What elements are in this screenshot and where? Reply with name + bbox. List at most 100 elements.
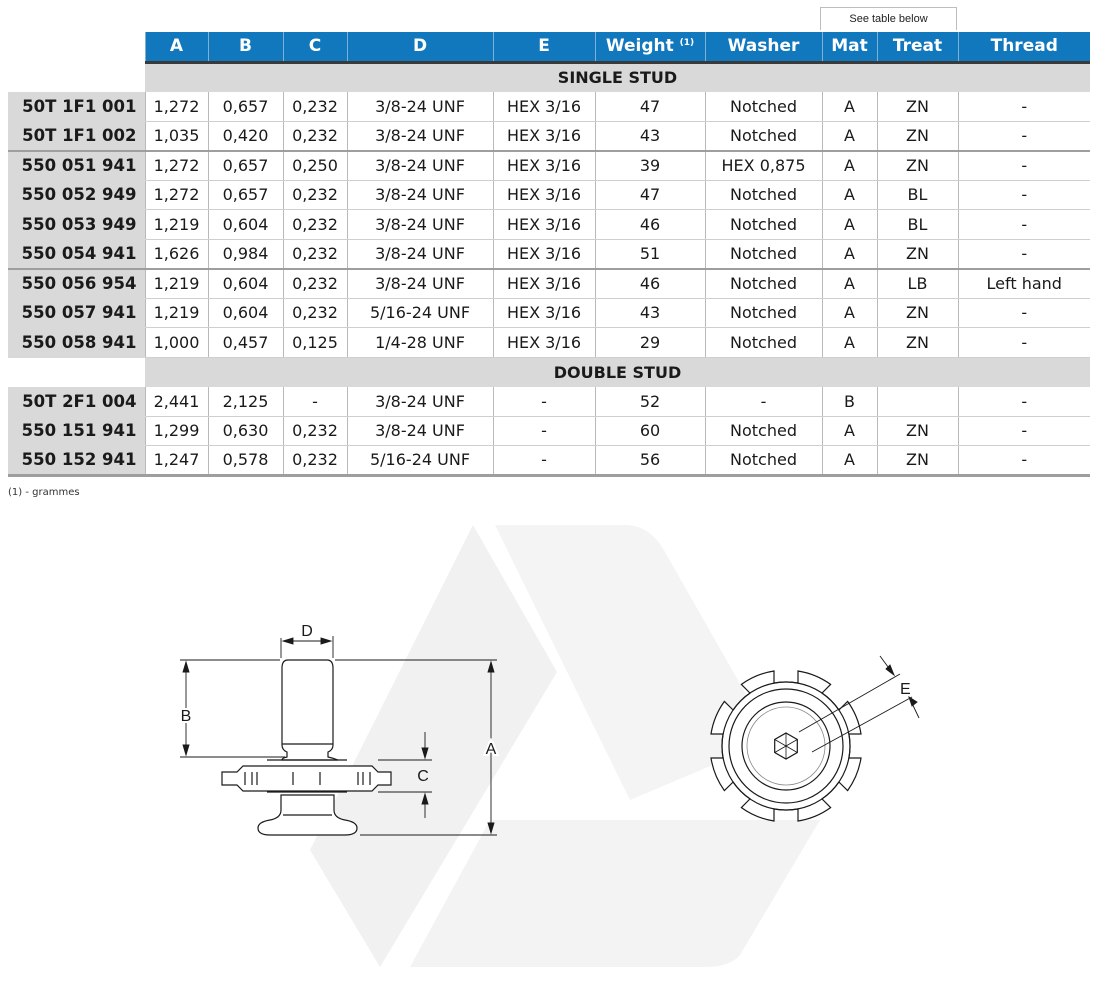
header-corner	[8, 32, 145, 62]
part-reference: 50T 1F1 002	[8, 121, 145, 151]
cell-thread: -	[957, 121, 1090, 151]
group-title-double: DOUBLE STUD	[145, 357, 1090, 387]
cell-thread: -	[957, 386, 1090, 417]
cell-e: -	[492, 445, 595, 477]
part-reference: 550 053 949	[8, 209, 145, 240]
group-corner	[8, 357, 145, 387]
group-title-single: SINGLE STUD	[145, 62, 1090, 92]
technical-drawing: D B A C E	[179, 525, 920, 967]
table-row: 550 053 949 1,219 0,604 0,232 3/8-24 UNF HEX …	[8, 209, 1090, 240]
cell-mat: A	[821, 267, 877, 299]
cell-d: 5/16-24 UNF	[346, 298, 493, 328]
table-row: 550 051 941 1,272 0,657 0,250 3/8-24 UNF HEX …	[8, 149, 1090, 181]
cell-weight: 47	[594, 180, 705, 210]
washer	[221, 765, 392, 792]
cell-treat: ZN	[876, 416, 958, 446]
cell-a: 1,626	[144, 239, 208, 269]
cell-c: 0,232	[282, 180, 347, 210]
cell-c: 0,232	[282, 267, 347, 299]
col-header-thread: Thread	[957, 32, 1090, 64]
cell-washer: Notched	[704, 209, 822, 240]
col-header-d: D	[346, 32, 493, 64]
cell-thread: -	[957, 445, 1090, 477]
cell-a: 1,219	[144, 209, 208, 240]
cell-treat: ZN	[876, 298, 958, 328]
table-row: 50T 1F1 002 1,035 0,420 0,232 3/8-24 UNF HEX …	[8, 121, 1090, 151]
cell-mat: A	[821, 91, 877, 122]
part-reference: 550 054 941	[8, 239, 145, 269]
dim-label-b: B	[181, 708, 192, 725]
cell-thread: -	[957, 298, 1090, 328]
cell-c: 0,232	[282, 298, 347, 328]
part-reference: 550 152 941	[8, 445, 145, 477]
cell-washer: Notched	[704, 298, 822, 328]
weight-footnote-marker: (1)	[679, 38, 695, 49]
cell-weight: 46	[594, 209, 705, 240]
cell-thread: -	[957, 209, 1090, 240]
col-header-treat: Treat	[876, 32, 958, 64]
cell-b: 2,125	[207, 386, 283, 417]
cell-mat: A	[821, 239, 877, 269]
cell-weight: 39	[594, 149, 705, 181]
cell-washer: Notched	[704, 445, 822, 477]
cell-washer: HEX 0,875	[704, 149, 822, 181]
table-row: 50T 2F1 004 2,441 2,125-3/8-24 UNF -52- B -	[8, 386, 1090, 417]
part-reference: 50T 2F1 004	[8, 386, 145, 417]
cell-e: -	[492, 386, 595, 417]
col-header-c: C	[282, 32, 347, 64]
table-row: 550 058 941 1,000 0,457 0,125 1/4-28 UNF HEX …	[8, 327, 1090, 358]
cell-e: HEX 3/16	[492, 298, 595, 328]
cell-e: HEX 3/16	[492, 239, 595, 269]
cell-c: 0,250	[282, 149, 347, 181]
cell-washer: Notched	[704, 91, 822, 122]
cell-b: 0,630	[207, 416, 283, 446]
dim-label-a: A	[486, 741, 497, 758]
part-reference: 50T 1F1 001	[8, 91, 145, 122]
cell-a: 1,247	[144, 445, 208, 477]
part-reference: 550 052 949	[8, 180, 145, 210]
header-row: A B C D E Weight (1) Washer Mat Treat Th…	[8, 32, 1090, 64]
col-header-weight: Weight (1)	[594, 32, 705, 64]
cell-weight: 47	[594, 91, 705, 122]
cell-e: HEX 3/16	[492, 91, 595, 122]
cell-thread: -	[957, 180, 1090, 210]
part-reference: 550 058 941	[8, 327, 145, 358]
cell-weight: 52	[594, 386, 705, 417]
cell-d: 3/8-24 UNF	[346, 91, 493, 122]
cell-e: HEX 3/16	[492, 327, 595, 358]
cell-c: 0,232	[282, 445, 347, 477]
cell-weight: 51	[594, 239, 705, 269]
cell-d: 3/8-24 UNF	[346, 180, 493, 210]
cell-treat: ZN	[876, 327, 958, 358]
cell-b: 0,420	[207, 121, 283, 151]
cell-washer: Notched	[704, 327, 822, 358]
col-header-e: E	[492, 32, 595, 64]
cell-e: HEX 3/16	[492, 180, 595, 210]
table-row: 50T 1F1 001 1,272 0,657 0,232 3/8-24 UNF HEX …	[8, 91, 1090, 122]
dim-label-e: E	[900, 681, 911, 698]
cell-treat: ZN	[876, 445, 958, 477]
cell-weight: 43	[594, 298, 705, 328]
cell-d: 3/8-24 UNF	[346, 239, 493, 269]
col-header-a: A	[144, 32, 208, 64]
cell-d: 5/16-24 UNF	[346, 445, 493, 477]
cell-treat: ZN	[876, 239, 958, 269]
cell-e: -	[492, 416, 595, 446]
cell-d: 3/8-24 UNF	[346, 149, 493, 181]
group-header-double: DOUBLE STUD	[8, 357, 1090, 387]
cell-b: 0,457	[207, 327, 283, 358]
cell-mat: A	[821, 180, 877, 210]
cell-thread: Left hand	[957, 267, 1090, 299]
cell-weight: 29	[594, 327, 705, 358]
cell-treat: BL	[876, 209, 958, 240]
cell-mat: A	[821, 209, 877, 240]
cell-washer: Notched	[704, 239, 822, 269]
cell-treat: ZN	[876, 121, 958, 151]
cell-treat: ZN	[876, 149, 958, 181]
cell-c: 0,232	[282, 416, 347, 446]
cell-b: 0,984	[207, 239, 283, 269]
cell-thread: -	[957, 327, 1090, 358]
cell-b: 0,657	[207, 149, 283, 181]
cell-a: 1,299	[144, 416, 208, 446]
cell-c: 0,232	[282, 121, 347, 151]
